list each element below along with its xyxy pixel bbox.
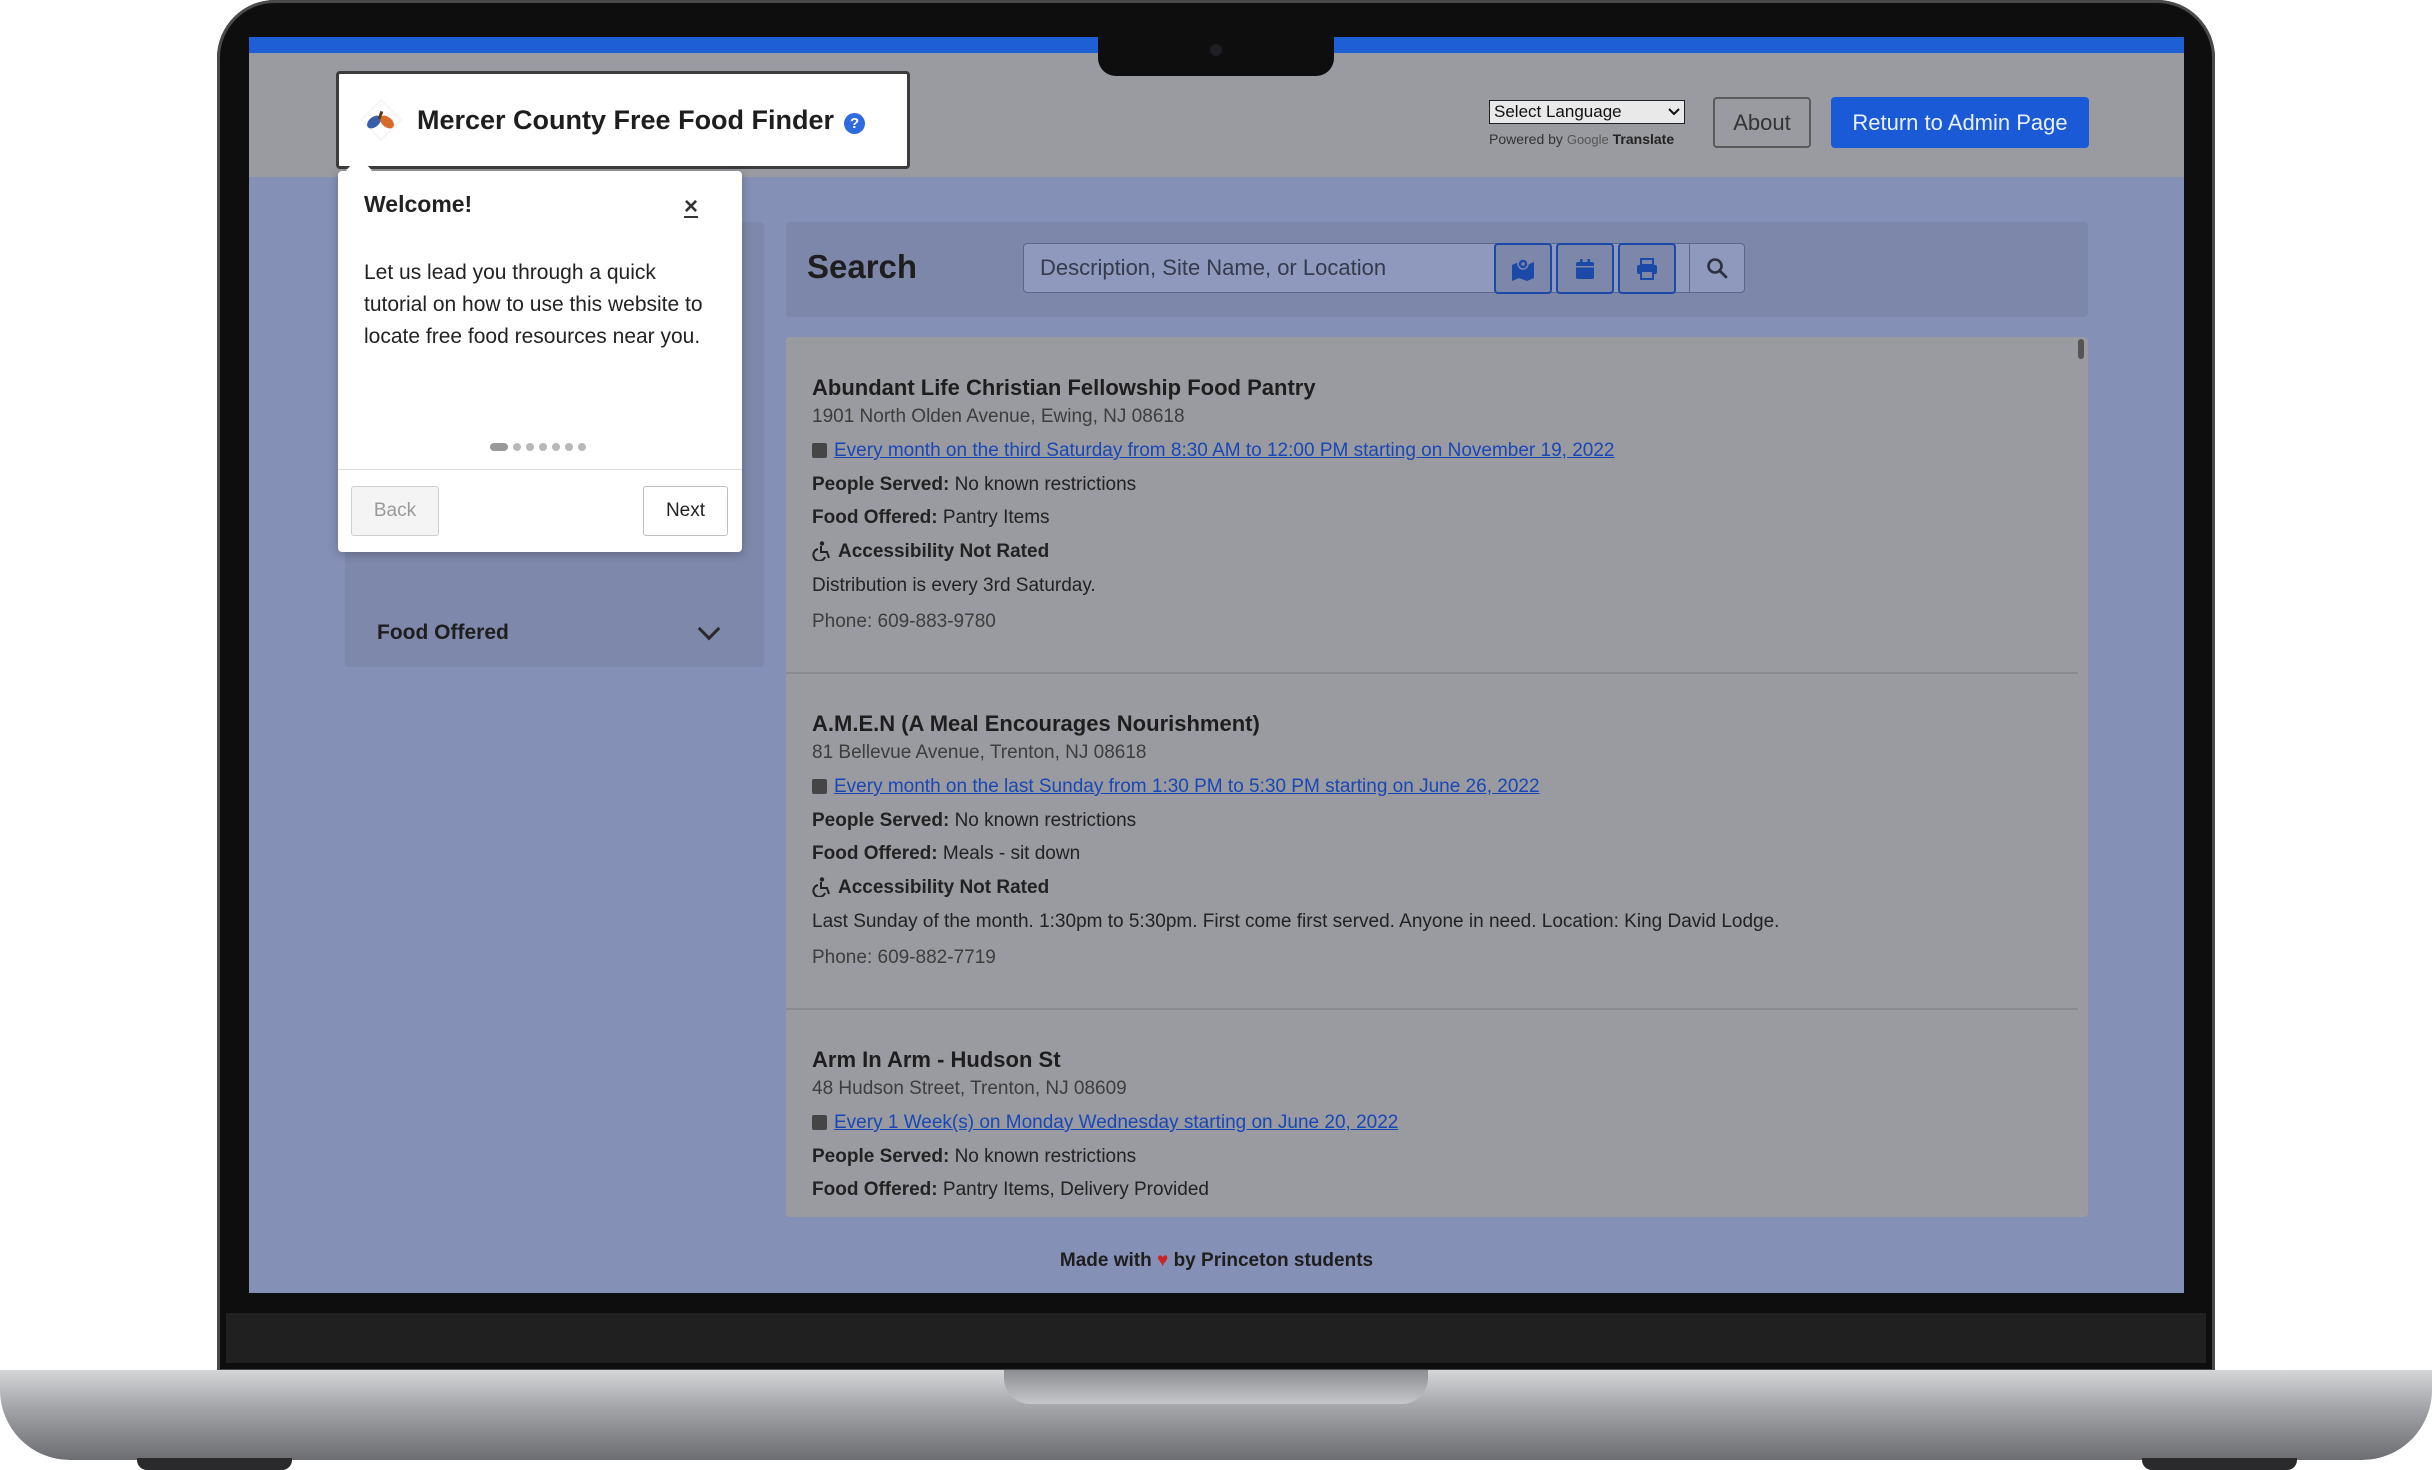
print-icon xyxy=(1637,257,1657,280)
popover-divider xyxy=(338,469,742,470)
result-description: Distribution is every 3rd Saturday. xyxy=(812,575,1096,596)
tutorial-title: Welcome! xyxy=(364,191,473,217)
people-served-label: People Served: xyxy=(812,810,950,831)
tutorial-body: Let us lead you through a quick tutorial… xyxy=(364,261,703,348)
footer-made-with: Made with xyxy=(1059,1250,1152,1271)
food-offered-value: Pantry Items xyxy=(942,507,1050,528)
filter-label: Food Offered xyxy=(377,621,509,644)
next-button[interactable]: Next xyxy=(643,486,728,536)
people-served-value: No known restrictions xyxy=(954,474,1137,495)
results-list[interactable]: Abundant Life Christian Fellowship Food … xyxy=(786,337,2088,1217)
close-icon[interactable]: × xyxy=(684,193,698,221)
accessibility-label: Accessibility Not Rated xyxy=(838,541,1050,562)
search-icon xyxy=(1707,258,1728,279)
map-view-button[interactable] xyxy=(1494,243,1552,294)
progress-dot[interactable] xyxy=(578,443,586,451)
help-icon[interactable]: ? xyxy=(844,112,866,134)
wheelchair-icon xyxy=(812,541,830,561)
footer: Made with ♥ by Princeton students xyxy=(249,1250,2184,1272)
progress-dot[interactable] xyxy=(539,443,547,451)
calendar-icon xyxy=(1576,258,1594,279)
search-title: Search xyxy=(807,248,918,285)
scrollbar[interactable] xyxy=(2078,339,2084,359)
calendar-icon xyxy=(812,443,827,458)
wheelchair-icon xyxy=(812,877,830,897)
calendar-view-button[interactable] xyxy=(1556,243,1614,294)
schedule-link[interactable]: Every month on the last Sunday from 1:30… xyxy=(834,776,1540,797)
progress-dot[interactable] xyxy=(565,443,573,451)
search-button[interactable] xyxy=(1689,243,1745,293)
result-schedule[interactable]: Every month on the third Saturday from 8… xyxy=(812,440,1614,462)
laptop-bezel xyxy=(226,1313,2206,1363)
heart-icon: ♥ xyxy=(1157,1250,1169,1271)
google-logo: Google xyxy=(1566,132,1609,147)
powered-by-label: Powered by xyxy=(1489,131,1563,147)
print-button[interactable] xyxy=(1618,243,1676,294)
footer-by: by Princeton students xyxy=(1173,1250,1374,1271)
result-name[interactable]: A.M.E.N (A Meal Encourages Nourishment) xyxy=(812,707,1260,740)
laptop-foot-right xyxy=(2142,1458,2297,1470)
food-offered-label: Food Offered: xyxy=(812,843,938,864)
result-accessibility: Accessibility Not Rated xyxy=(812,877,1049,899)
language-select[interactable]: Select Language xyxy=(1489,100,1685,124)
food-offered-label: Food Offered: xyxy=(812,1179,938,1200)
tutorial-progress xyxy=(490,443,586,451)
schedule-link[interactable]: Every 1 Week(s) on Monday Wednesday star… xyxy=(834,1112,1398,1133)
chevron-down-icon xyxy=(697,617,721,641)
result-address: 48 Hudson Street, Trenton, NJ 08609 xyxy=(812,1078,1127,1099)
result-people-served: People Served: No known restrictions xyxy=(812,810,1136,832)
result-food-offered: Food Offered: Pantry Items xyxy=(812,507,1050,529)
result-schedule[interactable]: Every 1 Week(s) on Monday Wednesday star… xyxy=(812,1112,1398,1134)
app-title: Mercer County Free Food Finder xyxy=(417,104,835,135)
schedule-link[interactable]: Every month on the third Saturday from 8… xyxy=(834,440,1614,461)
screen: Mercer County Free Food Finder ? Select … xyxy=(249,37,2184,1293)
return-to-admin-button[interactable]: Return to Admin Page xyxy=(1831,97,2089,148)
result-phone: Phone: 609-883-9780 xyxy=(812,611,996,632)
chevron-down-icon xyxy=(1668,108,1680,116)
result-address: 81 Bellevue Avenue, Trenton, NJ 08618 xyxy=(812,742,1147,763)
result-food-offered: Food Offered: Pantry Items, Delivery Pro… xyxy=(812,1179,1209,1201)
people-served-label: People Served: xyxy=(812,1146,950,1167)
result-schedule[interactable]: Every month on the last Sunday from 1:30… xyxy=(812,776,1540,798)
result-food-offered: Food Offered: Meals - sit down xyxy=(812,843,1080,865)
result-people-served: People Served: No known restrictions xyxy=(812,1146,1136,1168)
result-divider xyxy=(786,1008,2078,1010)
app-logo-icon xyxy=(360,99,402,141)
translate-link[interactable]: Translate xyxy=(1613,131,1674,147)
calendar-icon xyxy=(812,1115,827,1130)
food-offered-label: Food Offered: xyxy=(812,507,938,528)
laptop-foot-left xyxy=(137,1458,292,1470)
accessibility-label: Accessibility Not Rated xyxy=(838,877,1050,898)
about-button[interactable]: About xyxy=(1713,97,1811,148)
result-address: 1901 North Olden Avenue, Ewing, NJ 08618 xyxy=(812,406,1185,427)
result-people-served: People Served: No known restrictions xyxy=(812,474,1136,496)
progress-dot[interactable] xyxy=(552,443,560,451)
progress-dot[interactable] xyxy=(513,443,521,451)
result-accessibility: Accessibility Not Rated xyxy=(812,541,1049,563)
result-divider xyxy=(786,672,2078,674)
result-description: Last Sunday of the month. 1:30pm to 5:30… xyxy=(812,911,1780,932)
camera-icon xyxy=(1210,44,1222,56)
map-icon xyxy=(1512,257,1534,281)
laptop-hinge-notch xyxy=(1004,1370,1428,1404)
powered-by-google: Powered by Google Translate xyxy=(1489,131,1674,147)
camera-notch xyxy=(1098,34,1334,76)
result-name[interactable]: Abundant Life Christian Fellowship Food … xyxy=(812,371,1316,404)
language-select-value: Select Language xyxy=(1494,102,1622,121)
people-served-value: No known restrictions xyxy=(954,1146,1137,1167)
brand[interactable]: Mercer County Free Food Finder ? xyxy=(336,71,910,169)
progress-dot[interactable] xyxy=(490,443,508,451)
search-panel: Search Description, Site Name, or Locati… xyxy=(786,222,2088,317)
result-phone: Phone: 609-882-7719 xyxy=(812,947,996,968)
progress-dot[interactable] xyxy=(526,443,534,451)
tutorial-popover: Welcome! × Let us lead you through a qui… xyxy=(338,171,742,552)
food-offered-value: Meals - sit down xyxy=(942,843,1081,864)
people-served-value: No known restrictions xyxy=(954,810,1137,831)
filter-food-offered[interactable]: Food Offered xyxy=(345,597,764,667)
people-served-label: People Served: xyxy=(812,474,950,495)
calendar-icon xyxy=(812,779,827,794)
food-offered-value: Pantry Items, Delivery Provided xyxy=(942,1179,1209,1200)
back-button[interactable]: Back xyxy=(351,486,439,536)
result-name[interactable]: Arm In Arm - Hudson St xyxy=(812,1043,1061,1076)
